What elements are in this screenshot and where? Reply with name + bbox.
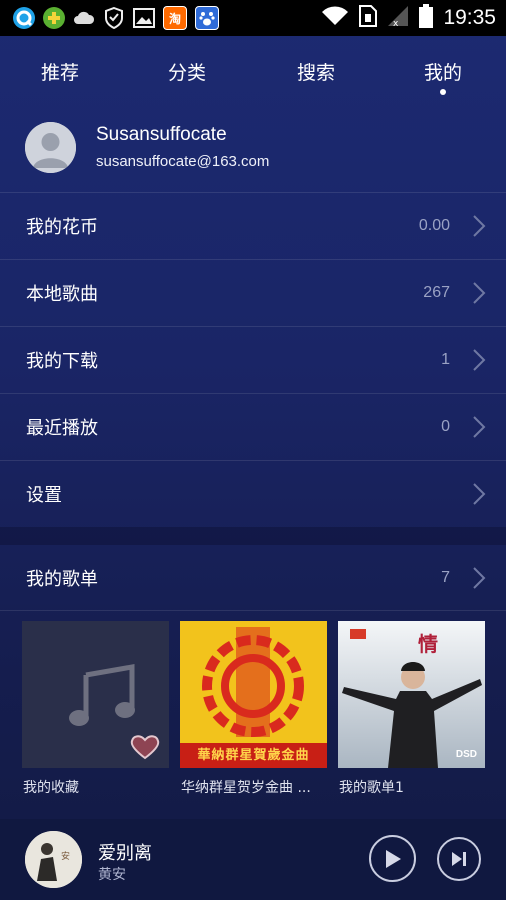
baidu-icon — [195, 6, 219, 30]
playlist-title: 我的收藏 — [23, 780, 79, 796]
playlist-cover: 情 DSD — [338, 621, 485, 768]
username: Susansuffocate — [96, 124, 227, 145]
playlist-title: 华纳群星贺岁金曲 ... — [181, 780, 311, 796]
tab-search[interactable]: 搜索 — [297, 58, 335, 85]
chevron-right-icon — [473, 349, 486, 371]
section-separator — [0, 527, 506, 545]
menu-row-value: 267 — [423, 284, 450, 301]
menu-row-label: 我的歌单 — [26, 569, 98, 590]
taobao-icon: 淘 — [163, 6, 187, 30]
status-bar: 淘 x 19:35 — [0, 0, 506, 36]
signal-icon: x — [387, 5, 409, 31]
playlist-cover — [22, 621, 169, 768]
svg-text:安: 安 — [61, 850, 70, 862]
gallery-icon — [133, 7, 155, 29]
divider — [0, 610, 506, 611]
chevron-right-icon — [473, 282, 486, 304]
chevron-right-icon — [473, 416, 486, 438]
menu-row-label: 我的花币 — [26, 217, 98, 238]
now-playing-bar[interactable]: 安 爱别离 黄安 — [0, 819, 506, 900]
cloud-icon — [73, 7, 95, 29]
qq-browser-icon — [13, 7, 35, 29]
playlist-cover: 華納群星賀歲金曲 — [180, 621, 327, 768]
menu-row-local-songs[interactable]: 本地歌曲 267 — [0, 260, 506, 326]
sim-icon — [359, 5, 378, 31]
svg-text:情: 情 — [418, 632, 438, 656]
playlist-count: 7 — [441, 569, 450, 586]
menu-row-recent-plays[interactable]: 最近播放 0 — [0, 394, 506, 460]
playlist-title: 我的歌单1 — [339, 780, 404, 796]
play-icon — [385, 849, 401, 868]
avatar[interactable] — [25, 122, 76, 173]
active-tab-indicator — [440, 89, 446, 95]
playlist-card[interactable]: 我的收藏 — [22, 621, 169, 796]
next-track-button[interactable] — [437, 837, 481, 881]
battery-icon — [419, 4, 434, 32]
playlist-card[interactable]: 情 DSD 我的歌单1 — [338, 621, 485, 796]
menu-row-settings[interactable]: 设置 — [0, 461, 506, 527]
shield-icon — [103, 7, 125, 29]
menu-row-label: 设置 — [26, 485, 62, 506]
profile-header[interactable]: Susansuffocate susansuffocate@163.com — [0, 114, 506, 192]
play-button[interactable] — [369, 835, 416, 882]
song-artist: 黄安 — [98, 867, 126, 883]
wifi-icon — [321, 5, 349, 31]
album-cover-text: DSD — [455, 749, 477, 760]
menu-row-label: 我的下载 — [26, 351, 98, 372]
game-icon — [43, 7, 65, 29]
chevron-right-icon — [473, 483, 486, 505]
heart-icon[interactable] — [130, 734, 160, 760]
menu-row-value: 1 — [441, 351, 450, 368]
tab-recommend[interactable]: 推荐 — [41, 58, 79, 85]
playlist-card[interactable]: 華納群星賀歲金曲 华纳群星贺岁金曲 ... — [180, 621, 327, 796]
menu-row-label: 本地歌曲 — [26, 284, 98, 305]
menu-row-downloads[interactable]: 我的下载 1 — [0, 327, 506, 393]
menu-row-value: 0.00 — [418, 217, 450, 234]
menu-row-coins[interactable]: 我的花币 0.00 — [0, 193, 506, 259]
now-playing-artwork[interactable]: 安 — [25, 831, 82, 888]
chevron-right-icon — [473, 567, 486, 589]
tab-category[interactable]: 分类 — [168, 58, 206, 85]
user-email: susansuffocate@163.com — [96, 153, 270, 170]
chevron-right-icon — [473, 215, 486, 237]
menu-row-value: 0 — [441, 418, 450, 435]
album-cover-text: 華納群星賀歲金曲 — [197, 748, 310, 763]
top-tab-bar: 推荐 分类 搜索 我的 — [0, 36, 506, 100]
song-title: 爱别离 — [98, 843, 152, 864]
album-art-singer: 情 — [338, 621, 485, 768]
clock-time: 19:35 — [443, 6, 496, 29]
svg-text:x: x — [393, 19, 399, 27]
menu-row-label: 最近播放 — [26, 418, 98, 439]
skip-next-icon — [452, 852, 466, 866]
tab-mine[interactable]: 我的 — [424, 58, 462, 85]
my-playlists-row[interactable]: 我的歌单 7 — [0, 545, 506, 611]
